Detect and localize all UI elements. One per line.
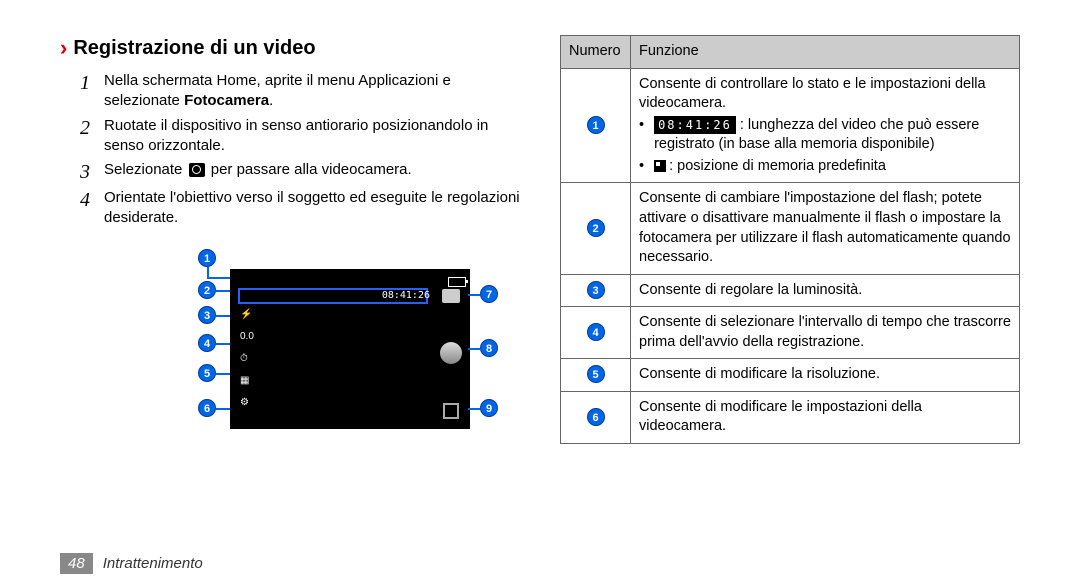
table-cell: Consente di controllare lo stato e le im…: [631, 68, 1020, 183]
gallery-icon: [443, 403, 459, 419]
table-row: 4 Consente di selezionare l'intervallo d…: [561, 307, 1020, 359]
table-cell: Consente di cambiare l'impostazione del …: [631, 183, 1020, 274]
camera-screen: 08:41:26 ⚡ 0.0 ⏱ ▦ ⚙: [230, 269, 470, 429]
table-row: 5 Consente di modificare la risoluzione.: [561, 359, 1020, 392]
heading-text: Registrazione di un video: [73, 37, 315, 60]
reference-table: Numero Funzione 1 Consente di controllar…: [560, 35, 1020, 444]
step-text: Ruotate il dispositivo in senso antiorar…: [104, 116, 520, 157]
memory-icon: [654, 160, 666, 172]
step-number: 4: [80, 188, 104, 229]
videocamera-icon: [442, 289, 460, 303]
step-1: 1 Nella schermata Home, aprite il menu A…: [80, 71, 520, 112]
table-cell: Consente di regolare la luminosità.: [631, 274, 1020, 307]
gear-icon: ⚙: [240, 397, 254, 413]
table-cell: Consente di modificare la risoluzione.: [631, 359, 1020, 392]
timecode-label: 08:41:26: [382, 290, 430, 301]
step-number: 2: [80, 116, 104, 157]
callout-1: 1: [198, 249, 216, 267]
step-4: 4 Orientate l'obiettivo verso il soggett…: [80, 188, 520, 229]
camera-ui-diagram: 1 2 3 4 5 6 08:41:26 ⚡ 0.0 ⏱ ▦: [110, 249, 470, 449]
table-row: 2 Consente di cambiare l'impostazione de…: [561, 183, 1020, 274]
resolution-icon: ▦: [240, 375, 254, 391]
exposure-icon: 0.0: [240, 331, 254, 347]
step-text: Orientate l'obiettivo verso il soggetto …: [104, 188, 520, 229]
step-2: 2 Ruotate il dispositivo in senso antior…: [80, 116, 520, 157]
left-side-icons: ⚡ 0.0 ⏱ ▦ ⚙: [240, 309, 254, 413]
section-heading: › Registrazione di un video: [60, 35, 520, 61]
table-row: 3 Consente di regolare la luminosità.: [561, 274, 1020, 307]
table-row: 1 Consente di controllare lo stato e le …: [561, 68, 1020, 183]
callout-7: 7: [480, 285, 498, 303]
table-cell: Consente di selezionare l'intervallo di …: [631, 307, 1020, 359]
page-footer: 48 Intrattenimento: [60, 553, 203, 574]
timecode-chip: 08:41:26: [654, 116, 736, 134]
step-number: 1: [80, 71, 104, 112]
record-button-icon: [440, 342, 462, 364]
step-3: 3 Selezionate per passare alla videocame…: [80, 160, 520, 184]
callout-9: 9: [480, 399, 498, 417]
badge-icon: 6: [587, 408, 605, 426]
callout-4: 4: [198, 334, 216, 352]
camera-icon: [189, 163, 205, 177]
badge-icon: 1: [587, 116, 605, 134]
right-side-icons: [440, 289, 462, 419]
table-header-function: Funzione: [631, 36, 1020, 69]
callout-5: 5: [198, 364, 216, 382]
table-row: 6 Consente di modificare le impostazioni…: [561, 391, 1020, 443]
table-cell: Consente di modificare le impostazioni d…: [631, 391, 1020, 443]
callout-3: 3: [198, 306, 216, 324]
step-text: Selezionate per passare alla videocamera…: [104, 160, 412, 184]
badge-icon: 2: [587, 219, 605, 237]
badge-icon: 5: [587, 365, 605, 383]
callout-2: 2: [198, 281, 216, 299]
badge-icon: 3: [587, 281, 605, 299]
timer-off-icon: ⏱: [240, 353, 254, 369]
callout-8: 8: [480, 339, 498, 357]
flash-off-icon: ⚡: [240, 309, 254, 325]
badge-icon: 4: [587, 323, 605, 341]
table-header-number: Numero: [561, 36, 631, 69]
step-number: 3: [80, 160, 104, 184]
step-text: Nella schermata Home, aprite il menu App…: [104, 71, 520, 112]
section-name: Intrattenimento: [103, 555, 203, 572]
callout-6: 6: [198, 399, 216, 417]
chevron-right-icon: ›: [60, 35, 67, 61]
page-number: 48: [60, 553, 93, 574]
